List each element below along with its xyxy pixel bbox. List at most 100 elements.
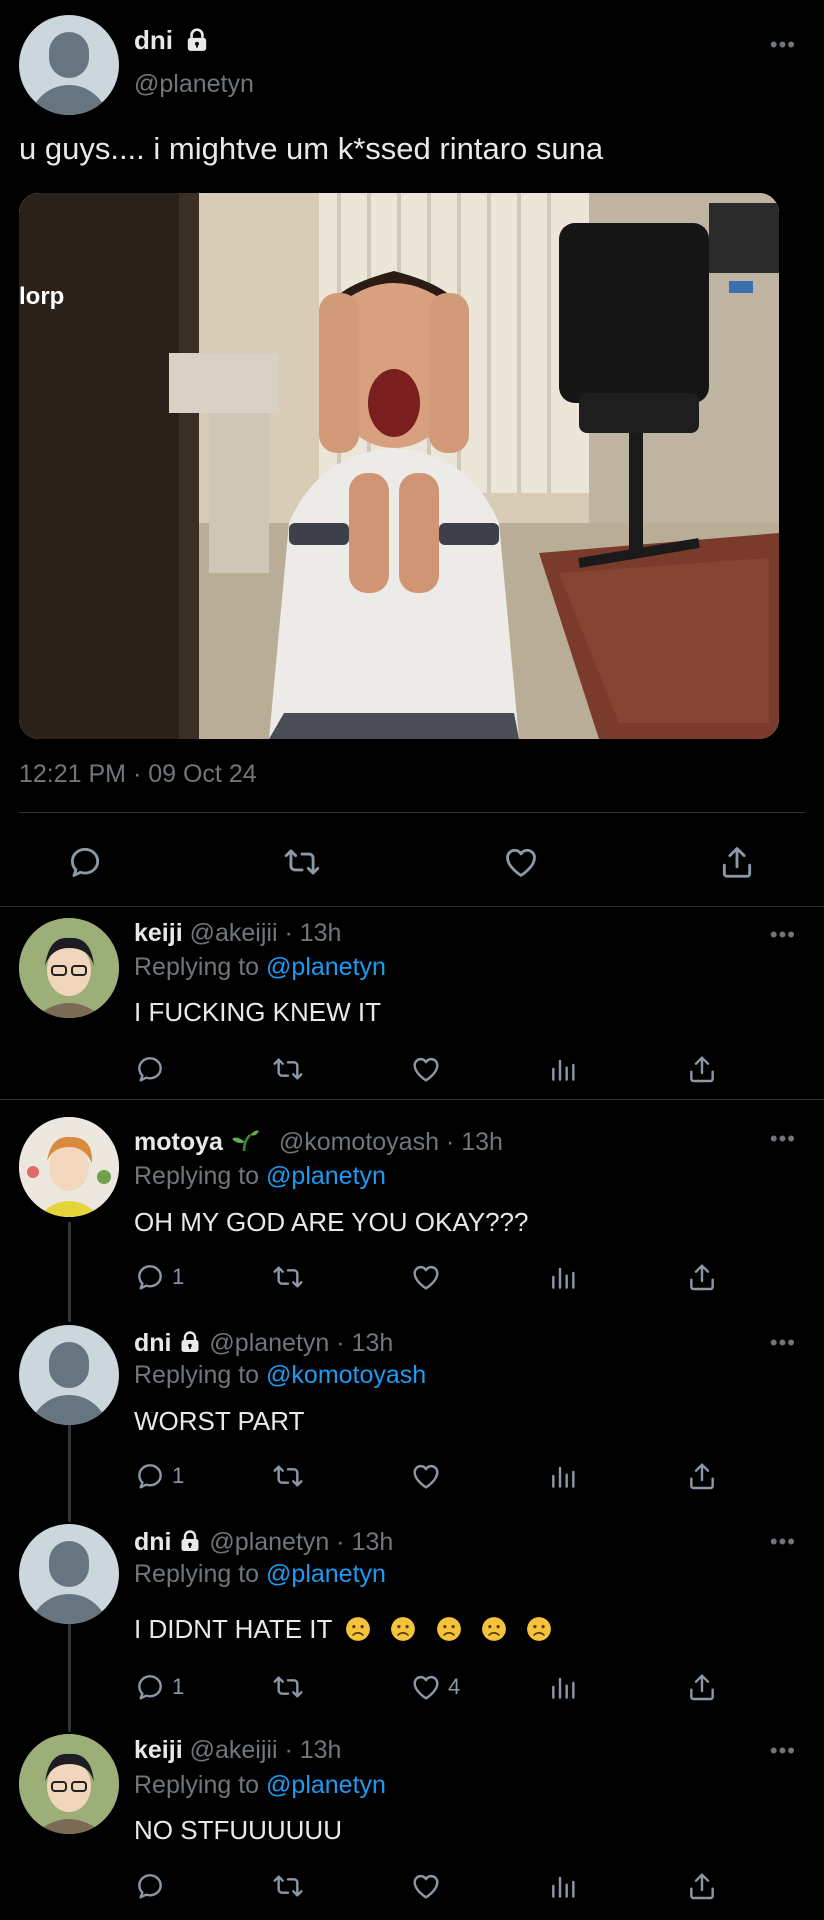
display-name[interactable]: keiji: [134, 1736, 183, 1764]
mention-link[interactable]: @planetyn: [266, 953, 386, 981]
thread-line: [68, 1422, 71, 1522]
like-button[interactable]: [502, 843, 540, 881]
more-icon[interactable]: •••: [770, 32, 796, 58]
more-icon[interactable]: •••: [770, 1126, 796, 1152]
handle[interactable]: @planetyn: [209, 1528, 329, 1556]
retweet-button[interactable]: [272, 1671, 304, 1703]
views-icon: [548, 1671, 580, 1703]
like-button[interactable]: [410, 1870, 448, 1902]
frown-emoji: [526, 1616, 552, 1642]
mention-link[interactable]: @planetyn: [266, 1771, 386, 1799]
tweet-timestamp[interactable]: 12:21 PM · 09 Oct 24: [19, 760, 257, 789]
like-button[interactable]: [410, 1261, 448, 1293]
reply-button[interactable]: [66, 843, 104, 881]
reply-icon: [134, 1671, 166, 1703]
display-name[interactable]: dni: [134, 25, 210, 56]
views-button[interactable]: [548, 1870, 580, 1902]
reply-text: WORST PART: [134, 1406, 305, 1436]
share-icon: [718, 843, 756, 881]
handle[interactable]: @akeijii: [190, 919, 278, 947]
retweet-button[interactable]: [272, 1460, 304, 1492]
more-icon[interactable]: •••: [770, 1330, 796, 1356]
frown-emoji: [436, 1616, 462, 1642]
handle[interactable]: @akeijii: [190, 1736, 278, 1764]
like-button[interactable]: [410, 1460, 448, 1492]
display-name[interactable]: motoya: [134, 1128, 223, 1156]
frown-emoji: [390, 1616, 416, 1642]
like-button[interactable]: [410, 1053, 448, 1085]
reply-time[interactable]: · 13h: [446, 1128, 503, 1156]
reply-button[interactable]: [134, 1053, 172, 1085]
display-name[interactable]: keiji: [134, 919, 183, 947]
thread-line: [68, 1622, 71, 1732]
reply-button[interactable]: 1: [134, 1671, 184, 1703]
replying-to: Replying to @planetyn: [134, 1560, 386, 1588]
lock-icon: [184, 27, 210, 53]
divider: [19, 812, 805, 813]
retweet-button[interactable]: [272, 1053, 304, 1085]
reply-text: NO STFUUUUUU: [134, 1815, 342, 1845]
display-name[interactable]: dni: [134, 1329, 172, 1357]
heart-icon: [410, 1460, 442, 1492]
views-button[interactable]: [548, 1460, 580, 1492]
reply-time[interactable]: · 13h: [336, 1528, 393, 1556]
divider: [0, 1099, 824, 1100]
handle[interactable]: @planetyn: [134, 70, 254, 99]
avatar[interactable]: [19, 15, 119, 115]
mention-link[interactable]: @komotoyash: [266, 1361, 426, 1389]
retweet-button[interactable]: [272, 1261, 304, 1293]
sprout-emoji: [231, 1130, 259, 1152]
views-button[interactable]: [548, 1261, 580, 1293]
share-button[interactable]: [686, 1053, 718, 1085]
display-name[interactable]: dni: [134, 1528, 172, 1556]
retweet-button[interactable]: [283, 843, 321, 881]
more-icon[interactable]: •••: [770, 1529, 796, 1555]
tweet-text: u guys.... i mightve um k*ssed rintaro s…: [19, 131, 604, 166]
avatar[interactable]: [19, 1117, 119, 1217]
views-button[interactable]: [548, 1671, 580, 1703]
share-icon: [686, 1460, 718, 1492]
share-button[interactable]: [686, 1261, 718, 1293]
reply-time[interactable]: · 13h: [284, 1736, 341, 1764]
gif-scene: [19, 193, 779, 739]
share-button[interactable]: [686, 1870, 718, 1902]
reply-time[interactable]: · 13h: [336, 1329, 393, 1357]
handle[interactable]: @komotoyash: [279, 1128, 439, 1156]
views-button[interactable]: [548, 1053, 580, 1085]
more-icon[interactable]: •••: [770, 922, 796, 948]
heart-icon: [410, 1671, 442, 1703]
share-button[interactable]: [686, 1460, 718, 1492]
reply-icon: [134, 1460, 166, 1492]
replying-to: Replying to @planetyn: [134, 1771, 386, 1799]
reply-button[interactable]: [134, 1870, 172, 1902]
reply-header: keiji @akeijii · 13h: [134, 1736, 341, 1765]
share-button[interactable]: [686, 1671, 718, 1703]
reply-header: dni @planetyn · 13h: [134, 1329, 393, 1358]
reply-button[interactable]: 1: [134, 1261, 184, 1293]
handle[interactable]: @planetyn: [209, 1329, 329, 1357]
share-button[interactable]: [718, 843, 756, 881]
retweet-icon: [272, 1460, 304, 1492]
views-icon: [548, 1460, 580, 1492]
frown-emoji-row: 🙁🙁🙁🙁🙁: [345, 1616, 552, 1649]
frown-emoji: [345, 1616, 371, 1642]
avatar[interactable]: [19, 1734, 119, 1834]
mention-link[interactable]: @planetyn: [266, 1560, 386, 1588]
reply-icon: [134, 1053, 166, 1085]
reply-text: OH MY GOD ARE YOU OKAY???: [134, 1207, 529, 1237]
like-button[interactable]: 4: [410, 1671, 460, 1703]
retweet-button[interactable]: [272, 1870, 304, 1902]
heart-icon: [410, 1053, 442, 1085]
avatar[interactable]: [19, 918, 119, 1018]
share-icon: [686, 1870, 718, 1902]
reply-time[interactable]: · 13h: [284, 919, 341, 947]
reply-text: I FUCKING KNEW IT: [134, 997, 381, 1027]
avatar[interactable]: [19, 1524, 119, 1624]
reply-button[interactable]: 1: [134, 1460, 184, 1492]
more-icon[interactable]: •••: [770, 1738, 796, 1764]
divider: [0, 906, 824, 907]
retweet-icon: [272, 1671, 304, 1703]
avatar[interactable]: [19, 1325, 119, 1425]
tweet-media[interactable]: lorp: [19, 193, 779, 739]
mention-link[interactable]: @planetyn: [266, 1162, 386, 1190]
